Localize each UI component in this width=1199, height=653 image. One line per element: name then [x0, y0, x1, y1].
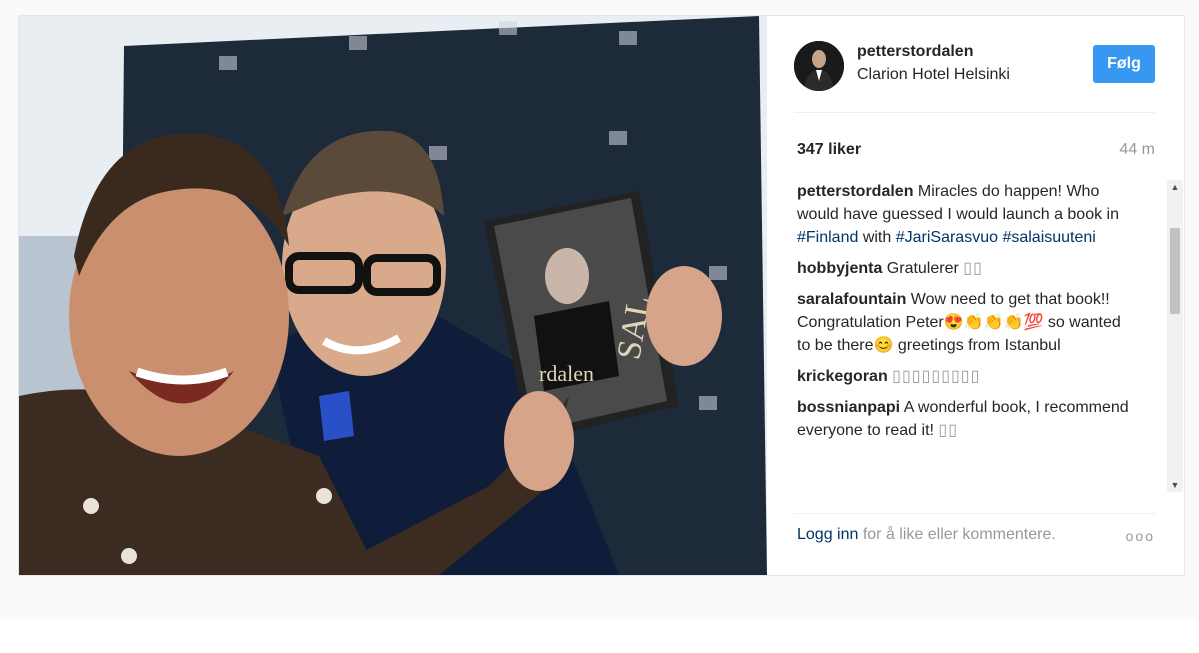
post-photo[interactable]: rdalen SAL [19, 16, 767, 575]
unrendered-glyphs: ▯▯ [963, 260, 983, 277]
post-time[interactable]: 44 m [1119, 141, 1155, 159]
likes-count[interactable]: 347 liker [797, 141, 861, 159]
comment-item: hobbyjenta Gratulerer ▯▯ [797, 257, 1137, 280]
page-bottom-strip [0, 620, 1199, 653]
unrendered-glyphs: ▯▯ [938, 422, 959, 439]
post-card: rdalen SAL petterstordalen Clarion Hotel… [18, 15, 1185, 576]
login-prompt-text: for å like eller kommentere. [858, 526, 1056, 543]
unrendered-glyphs: ▯▯▯▯▯▯▯▯▯ [892, 368, 981, 385]
comment-user[interactable]: petterstordalen [797, 183, 913, 200]
comments-scrollbar[interactable]: ▲ ▼ [1167, 180, 1183, 492]
more-options-icon[interactable]: ooo [1126, 528, 1155, 544]
comment-user[interactable]: bossnianpapi [797, 399, 900, 416]
comment-text: Gratulerer [882, 260, 964, 277]
selfie-image: rdalen SAL [19, 16, 767, 575]
login-prompt: Logg inn for å like eller kommentere. [797, 526, 1056, 544]
hashtag-link[interactable]: #Finland [797, 229, 858, 246]
post-header: petterstordalen Clarion Hotel Helsinki F… [794, 41, 1155, 91]
username-link[interactable]: petterstordalen [857, 43, 973, 61]
avatar[interactable] [794, 41, 844, 91]
login-link[interactable]: Logg inn [797, 526, 858, 543]
comment-item: bossnianpapi A wonderful book, I recomme… [797, 396, 1137, 442]
avatar-image [794, 41, 844, 91]
comment-user[interactable]: krickegoran [797, 368, 888, 385]
scroll-down-arrow-icon[interactable]: ▼ [1167, 478, 1183, 492]
scroll-thumb[interactable] [1170, 228, 1180, 314]
hashtag-link[interactable]: #salaisuuteni [1002, 229, 1095, 246]
header-divider [794, 112, 1155, 113]
comment-text: with [858, 229, 896, 246]
comments-list[interactable]: petterstordalen Miracles do happen! Who … [797, 180, 1137, 492]
comment-user[interactable]: hobbyjenta [797, 260, 882, 277]
scroll-up-arrow-icon[interactable]: ▲ [1167, 180, 1183, 194]
comment-user[interactable]: saralafountain [797, 291, 906, 308]
follow-button[interactable]: Følg [1093, 45, 1155, 83]
comment-item: petterstordalen Miracles do happen! Who … [797, 180, 1137, 249]
footer-divider [794, 513, 1155, 514]
comment-item: krickegoran ▯▯▯▯▯▯▯▯▯ [797, 365, 1137, 388]
location-link[interactable]: Clarion Hotel Helsinki [857, 66, 1010, 84]
comment-item: saralafountain Wow need to get that book… [797, 288, 1137, 357]
hashtag-link[interactable]: #JariSarasvuo [896, 229, 998, 246]
post-sidebar: petterstordalen Clarion Hotel Helsinki F… [767, 16, 1184, 575]
book-cover-text: rdalen [539, 361, 594, 386]
